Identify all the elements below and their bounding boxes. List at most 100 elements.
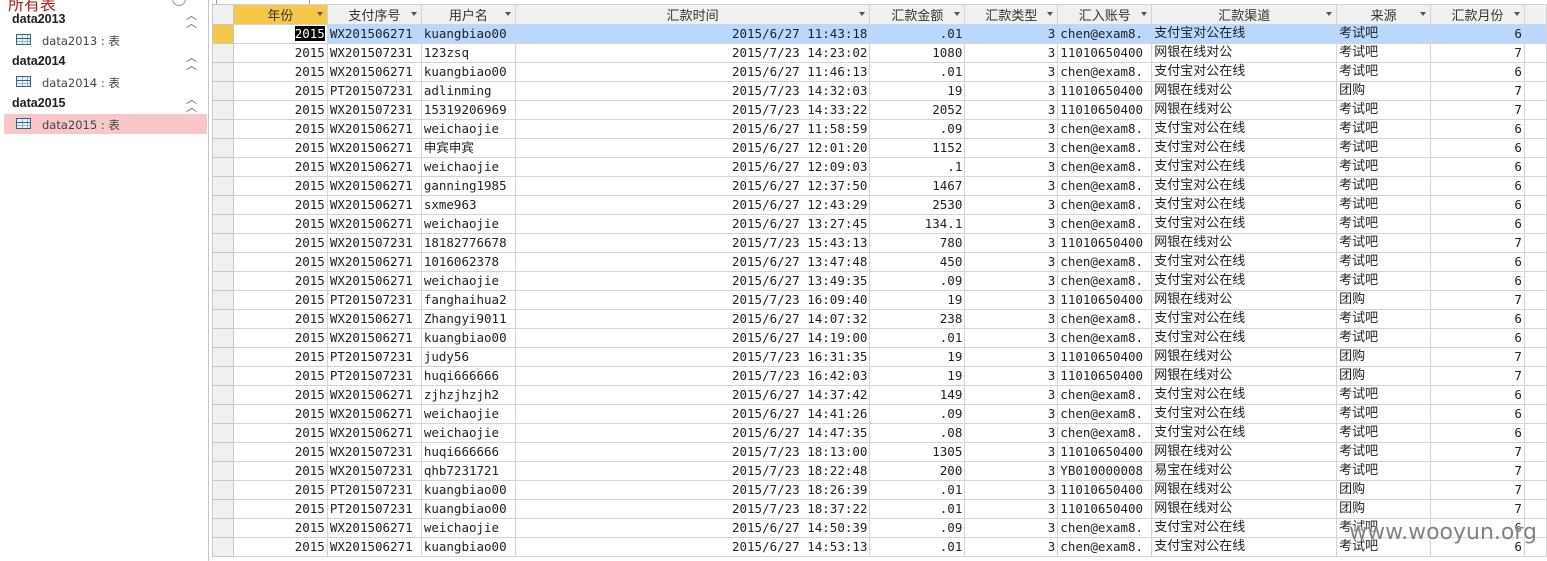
cell-month[interactable]: 7 [1430, 347, 1525, 367]
cell-remit-type[interactable]: 3 [964, 119, 1059, 139]
cell-year[interactable]: 2015 [232, 271, 328, 291]
column-header-account[interactable]: 汇入账号 [1057, 4, 1153, 25]
cell-remit-time[interactable]: 2015/6/27 14:37:42 [514, 385, 871, 405]
cell-remit-type[interactable]: 3 [964, 43, 1059, 63]
record-selector[interactable] [212, 347, 234, 367]
cell-remit-time[interactable]: 2015/7/23 18:26:39 [514, 480, 871, 500]
cell-remit-time[interactable]: 2015/6/27 14:50:39 [514, 518, 871, 538]
cell-source[interactable]: 团购 [1336, 480, 1432, 500]
cell-pay-no[interactable]: PT201507231 [326, 290, 422, 310]
cell-month[interactable]: 6 [1430, 195, 1525, 215]
cell-year[interactable]: 2015 [232, 157, 328, 177]
cell-channel[interactable]: 支付宝对公在线 [1151, 309, 1338, 329]
cell-amount[interactable]: .01 [869, 499, 966, 519]
cell-account[interactable]: 11010650400 [1057, 366, 1153, 386]
cell-account[interactable]: 11010650400 [1057, 347, 1153, 367]
cell-source[interactable]: 考试吧 [1336, 62, 1432, 82]
cell-remit-type[interactable]: 3 [964, 233, 1059, 253]
cell-month[interactable]: 6 [1430, 157, 1525, 177]
cell-month[interactable]: 7 [1430, 461, 1525, 481]
record-selector[interactable] [212, 100, 234, 120]
cell-amount[interactable]: 1080 [869, 43, 966, 63]
dropdown-arrow-icon[interactable] [316, 12, 323, 16]
record-selector[interactable] [212, 81, 234, 101]
column-header-remit-time[interactable]: 汇款时间 [514, 4, 871, 25]
cell-username[interactable]: weichaojie [420, 214, 516, 234]
cell-remit-type[interactable]: 3 [964, 81, 1059, 101]
cell-amount[interactable]: .09 [869, 404, 966, 424]
cell-year[interactable]: 2015 [232, 81, 328, 101]
cell-amount[interactable]: 2530 [869, 195, 966, 215]
cell-account[interactable]: chen@exam8. [1057, 328, 1153, 348]
cell-username[interactable]: kuangbiao00 [420, 499, 516, 519]
cell-remit-type[interactable]: 3 [964, 24, 1059, 44]
record-selector[interactable] [212, 271, 234, 291]
cell-account[interactable]: chen@exam8. [1057, 24, 1153, 44]
cell-remit-type[interactable]: 3 [964, 480, 1059, 500]
cell-year[interactable]: 2015 [232, 309, 328, 329]
cell-year[interactable]: 2015 [232, 100, 328, 120]
cell-amount[interactable]: 780 [869, 233, 966, 253]
cell-username[interactable]: weichaojie [420, 157, 516, 177]
cell-remit-time[interactable]: 2015/7/23 14:32:03 [514, 81, 871, 101]
cell-month[interactable]: 6 [1430, 214, 1525, 234]
cell-pay-no[interactable]: WX201506271 [326, 423, 422, 443]
cell-source[interactable]: 考试吧 [1336, 233, 1432, 253]
cell-remit-type[interactable]: 3 [964, 347, 1059, 367]
cell-source[interactable]: 考试吧 [1336, 157, 1432, 177]
cell-year[interactable]: 2015 [232, 518, 328, 538]
cell-remit-time[interactable]: 2015/6/27 12:09:03 [514, 157, 871, 177]
cell-remit-time[interactable]: 2015/6/27 12:01:20 [514, 138, 871, 158]
cell-year[interactable]: 2015 [232, 252, 328, 272]
cell-source[interactable]: 团购 [1336, 347, 1432, 367]
cell-channel[interactable]: 支付宝对公在线 [1151, 271, 1338, 291]
cell-pay-no[interactable]: PT201507231 [326, 347, 422, 367]
cell-pay-no[interactable]: WX201506271 [326, 385, 422, 405]
cell-channel[interactable]: 网银在线对公 [1151, 499, 1338, 519]
cell-remit-type[interactable]: 3 [964, 290, 1059, 310]
record-selector[interactable] [212, 385, 234, 405]
cell-channel[interactable]: 支付宝对公在线 [1151, 195, 1338, 215]
cell-pay-no[interactable]: WX201506271 [326, 252, 422, 272]
cell-channel[interactable]: 网银在线对公 [1151, 233, 1338, 253]
cell-account[interactable]: chen@exam8. [1057, 119, 1153, 139]
cell-account[interactable]: 11010650400 [1057, 499, 1153, 519]
cell-remit-type[interactable]: 3 [964, 252, 1059, 272]
cell-account[interactable]: chen@exam8. [1057, 423, 1153, 443]
cell-channel[interactable]: 网银在线对公 [1151, 100, 1338, 120]
record-selector[interactable] [212, 24, 234, 44]
table-row[interactable]: 2015 WX201507231 18182776678 2015/7/23 15:4… [212, 233, 1547, 253]
record-selector[interactable] [212, 404, 234, 424]
column-header-pay-no[interactable]: 支付序号 [326, 4, 422, 25]
cell-account[interactable]: 11010650400 [1057, 81, 1153, 101]
record-selector[interactable] [212, 119, 234, 139]
table-row[interactable]: 2015 WX201506271 weichaojie 2015/6/27 13:49… [212, 271, 1547, 291]
cell-pay-no[interactable]: WX201506271 [326, 309, 422, 329]
nav-group-data2015[interactable]: data2015 ︿ ︿ [4, 94, 206, 114]
column-header-month[interactable]: 汇款月份 [1430, 4, 1525, 25]
cell-year[interactable]: 2015 [232, 347, 328, 367]
cell-pay-no[interactable]: PT201507231 [326, 480, 422, 500]
cell-amount[interactable]: .01 [869, 62, 966, 82]
cell-remit-type[interactable]: 3 [964, 195, 1059, 215]
cell-month[interactable]: 6 [1430, 252, 1525, 272]
cell-remit-type[interactable]: 3 [964, 366, 1059, 386]
cell-remit-time[interactable]: 2015/6/27 13:49:35 [514, 271, 871, 291]
cell-month[interactable]: 6 [1430, 138, 1525, 158]
cell-remit-type[interactable]: 3 [964, 138, 1059, 158]
cell-pay-no[interactable]: WX201506271 [326, 62, 422, 82]
cell-month[interactable]: 6 [1430, 423, 1525, 443]
add-column-header[interactable] [1523, 4, 1547, 25]
record-selector[interactable] [212, 233, 234, 253]
table-row[interactable]: 2015 PT201507231 adlinming 2015/7/23 14:32:… [212, 81, 1547, 101]
cell-remit-type[interactable]: 3 [964, 271, 1059, 291]
cell-amount[interactable]: .09 [869, 271, 966, 291]
cell-channel[interactable]: 支付宝对公在线 [1151, 119, 1338, 139]
dropdown-arrow-icon[interactable] [410, 12, 417, 16]
cell-account[interactable]: 11010650400 [1057, 480, 1153, 500]
cell-username[interactable]: ganning1985 [420, 176, 516, 196]
cell-amount[interactable]: 238 [869, 309, 966, 329]
cell-year[interactable]: 2015 [232, 385, 328, 405]
cell-source[interactable]: 团购 [1336, 366, 1432, 386]
table-row[interactable]: 2015 WX201507231 15319206969 2015/7/23 14:3… [212, 100, 1547, 120]
